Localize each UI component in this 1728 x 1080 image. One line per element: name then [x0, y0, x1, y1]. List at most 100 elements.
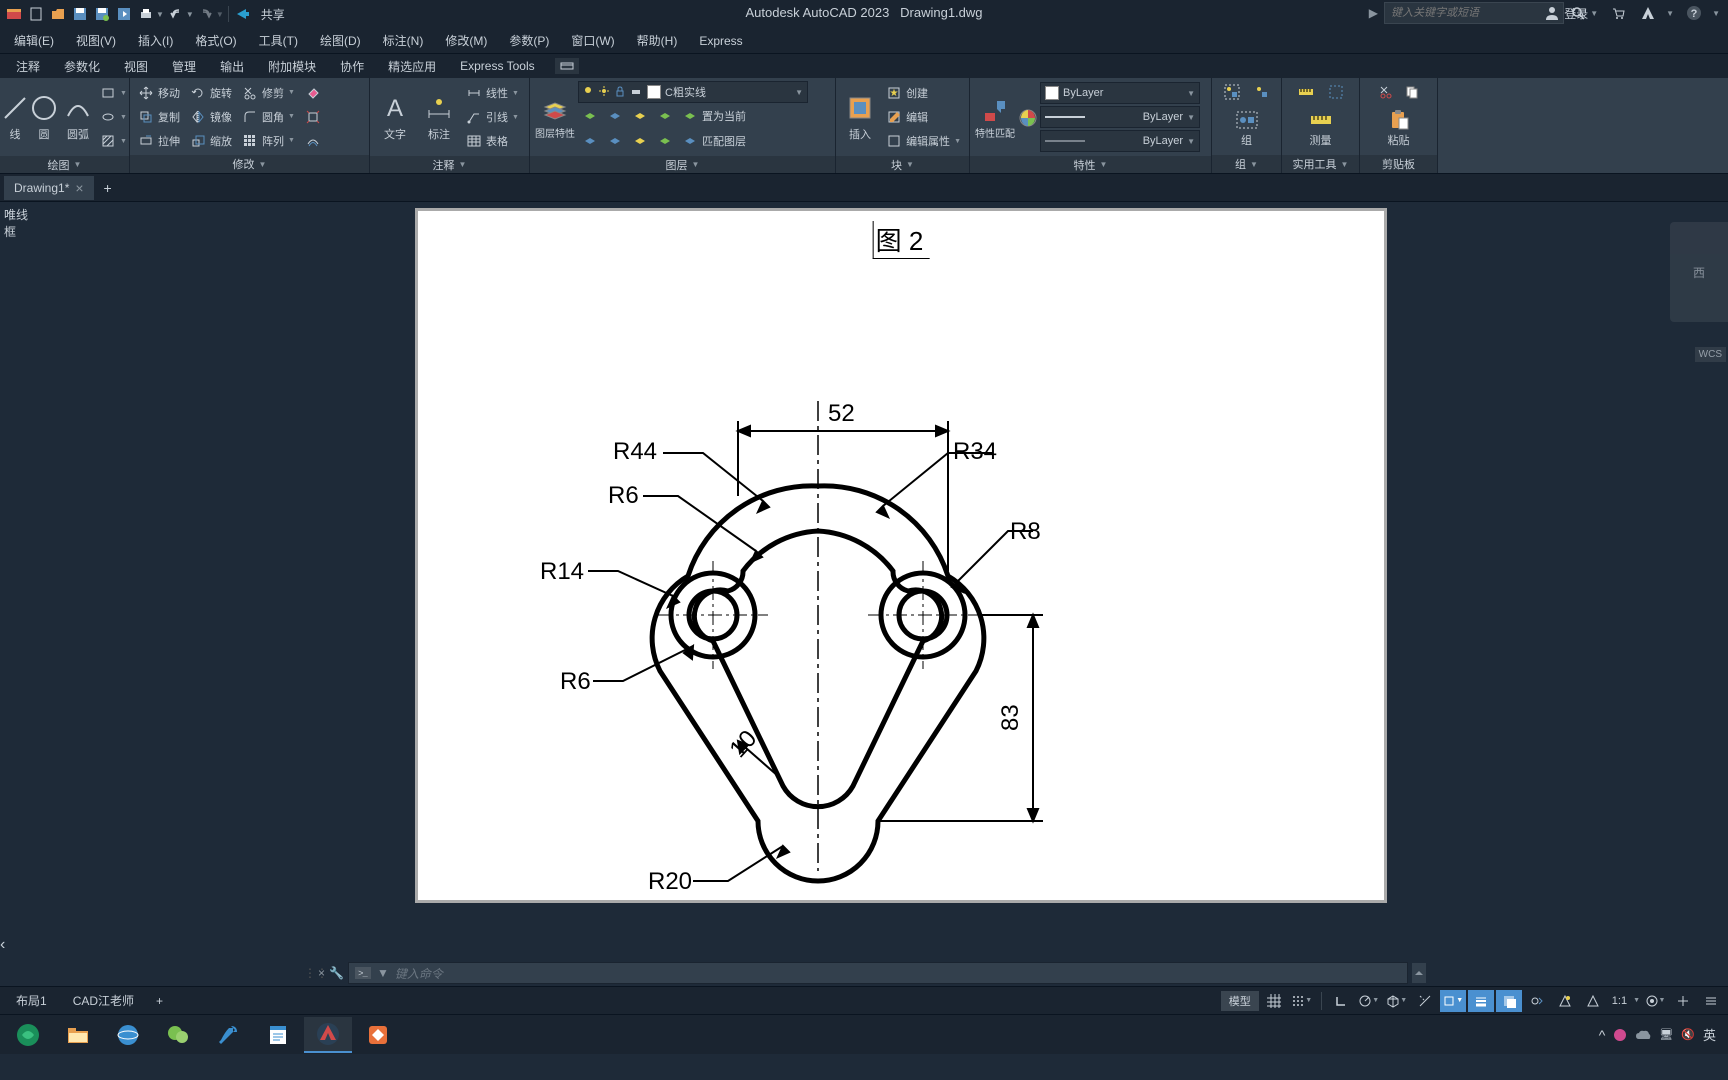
block-editattr-button[interactable]: 编辑属性▼	[882, 129, 965, 153]
start-button[interactable]	[4, 1017, 52, 1053]
search-input[interactable]	[1384, 2, 1564, 24]
layer-off-button[interactable]	[653, 104, 677, 128]
save-icon[interactable]	[70, 4, 90, 24]
table-button[interactable]: 表格	[462, 129, 523, 153]
close-tab-icon[interactable]: ×	[75, 180, 83, 196]
lineweight-button[interactable]	[1468, 990, 1494, 1012]
line-button[interactable]: 线	[4, 80, 26, 154]
task-browser[interactable]	[104, 1017, 152, 1053]
group-button[interactable]: 组	[1226, 106, 1268, 152]
layout-tab-1[interactable]: 布局1	[4, 988, 59, 1013]
ribbon-tab-param[interactable]: 参数化	[52, 54, 112, 79]
paste-button[interactable]: 粘贴	[1378, 106, 1420, 152]
login-button[interactable]: 登录 ▼	[1544, 5, 1598, 22]
scale-button[interactable]: 缩放	[186, 129, 236, 153]
circle-button[interactable]: 圆	[28, 80, 60, 154]
layout-tab-cad[interactable]: CAD江老师	[61, 988, 146, 1013]
layout-add-button[interactable]: +	[148, 990, 171, 1012]
ortho-button[interactable]	[1328, 990, 1354, 1012]
drawing-canvas[interactable]: 图 2	[0, 202, 1728, 960]
login-dropdown[interactable]: ▼	[1590, 9, 1598, 18]
menu-window[interactable]: 窗口(W)	[561, 28, 624, 53]
ribbon-tab-featured[interactable]: 精选应用	[376, 54, 448, 79]
new-tab-button[interactable]: +	[94, 176, 122, 200]
linear-button[interactable]: 线性▼	[462, 81, 523, 105]
menu-param[interactable]: 参数(P)	[499, 28, 559, 53]
copy-clip-button[interactable]	[1401, 80, 1423, 104]
hatch-button[interactable]: ▼	[96, 129, 131, 153]
selection-cycling-button[interactable]	[1524, 990, 1550, 1012]
task-app[interactable]	[354, 1017, 402, 1053]
trim-button[interactable]: 修剪▼	[238, 81, 299, 105]
autodesk-icon[interactable]	[1638, 3, 1658, 23]
viewcube[interactable]: 西	[1670, 222, 1728, 322]
draw-panel-title[interactable]: 绘图▼	[0, 156, 129, 173]
redo-dropdown[interactable]: ▼	[216, 10, 224, 19]
block-edit-button[interactable]: 编辑	[882, 105, 965, 129]
search-play-icon[interactable]: ▶	[1369, 6, 1378, 20]
new-icon[interactable]	[26, 4, 46, 24]
layer-dropdown[interactable]: C粗实线 ▼	[578, 81, 808, 103]
open-icon[interactable]	[48, 4, 68, 24]
text-button[interactable]: A 文字	[374, 80, 416, 154]
workspace-button[interactable]: ▼	[1642, 990, 1668, 1012]
task-tool[interactable]	[204, 1017, 252, 1053]
cmdline-expand-icon[interactable]	[1412, 963, 1426, 983]
layer-lock-button[interactable]	[628, 104, 652, 128]
autodesk-dropdown[interactable]: ▼	[1666, 9, 1674, 18]
menu-edit[interactable]: 编辑(E)	[4, 28, 64, 53]
cmdline-close-icon[interactable]: ×	[318, 966, 325, 980]
block-panel-title[interactable]: 块▼	[836, 156, 969, 173]
match-props-button[interactable]: 特性匹配	[974, 80, 1016, 154]
tray-ime[interactable]: 英	[1703, 1025, 1716, 1044]
undo-icon[interactable]	[166, 4, 186, 24]
scale-label[interactable]: 1:1	[1608, 993, 1631, 1009]
undo-dropdown[interactable]: ▼	[186, 10, 194, 19]
ribbon-tab-manage[interactable]: 管理	[160, 54, 208, 79]
rect-button[interactable]: ▼	[96, 81, 131, 105]
model-button[interactable]: 模型	[1221, 991, 1259, 1011]
app-menu-icon[interactable]	[4, 4, 24, 24]
redo-icon[interactable]	[196, 4, 216, 24]
linetype-dropdown[interactable]: ByLayer ▼	[1040, 130, 1200, 152]
snap-button[interactable]: ▼	[1289, 990, 1315, 1012]
ribbon-tab-annot[interactable]: 注释	[4, 54, 52, 79]
polar-button[interactable]: ▼	[1356, 990, 1382, 1012]
customize-button[interactable]	[1698, 990, 1724, 1012]
lineweight-dropdown[interactable]: ByLayer ▼	[1040, 106, 1200, 128]
ribbon-tab-output[interactable]: 输出	[208, 54, 256, 79]
stretch-button[interactable]: 拉伸	[134, 129, 184, 153]
tray-onedrive-icon[interactable]	[1635, 1029, 1651, 1041]
fillet-button[interactable]: 圆角▼	[238, 105, 299, 129]
props-panel-title[interactable]: 特性▼	[970, 156, 1211, 173]
menu-draw[interactable]: 绘图(D)	[310, 28, 371, 53]
layer-iso-button[interactable]	[578, 104, 602, 128]
modify-panel-title[interactable]: 修改▼	[130, 155, 369, 173]
annot-panel-title[interactable]: 注释▼	[370, 156, 529, 173]
menu-modify[interactable]: 修改(M)	[435, 28, 497, 53]
tray-chevron-icon[interactable]: ^	[1599, 1027, 1606, 1043]
menu-express[interactable]: Express	[689, 30, 752, 52]
menu-format[interactable]: 格式(O)	[185, 28, 246, 53]
annotation-visibility-button[interactable]	[1580, 990, 1606, 1012]
measure-dist-button[interactable]	[1293, 80, 1319, 104]
grid-button[interactable]	[1261, 990, 1287, 1012]
cut-button[interactable]	[1375, 80, 1397, 104]
annotation-scale-button[interactable]	[1552, 990, 1578, 1012]
tray-network-icon[interactable]: 🖥	[1659, 1028, 1673, 1041]
menu-help[interactable]: 帮助(H)	[627, 28, 688, 53]
help-dropdown[interactable]: ▼	[1712, 9, 1720, 18]
saveas-icon[interactable]	[92, 4, 112, 24]
ellipse-button[interactable]: ▼	[96, 105, 131, 129]
plot-dropdown[interactable]: ▼	[156, 10, 164, 19]
copy-button[interactable]: 复制	[134, 105, 184, 129]
measure-button[interactable]: 测量	[1300, 106, 1342, 152]
select-button[interactable]	[1323, 80, 1349, 104]
set-current-button[interactable]: 置为当前	[678, 104, 764, 128]
layer-panel-title[interactable]: 图层▼	[530, 156, 835, 173]
group-create-button[interactable]	[1219, 80, 1245, 104]
ribbon-tab-express[interactable]: Express Tools	[448, 55, 546, 77]
transparency-button[interactable]	[1496, 990, 1522, 1012]
move-button[interactable]: 移动	[134, 81, 184, 105]
cmdline-settings-icon[interactable]: 🔧	[329, 966, 344, 980]
